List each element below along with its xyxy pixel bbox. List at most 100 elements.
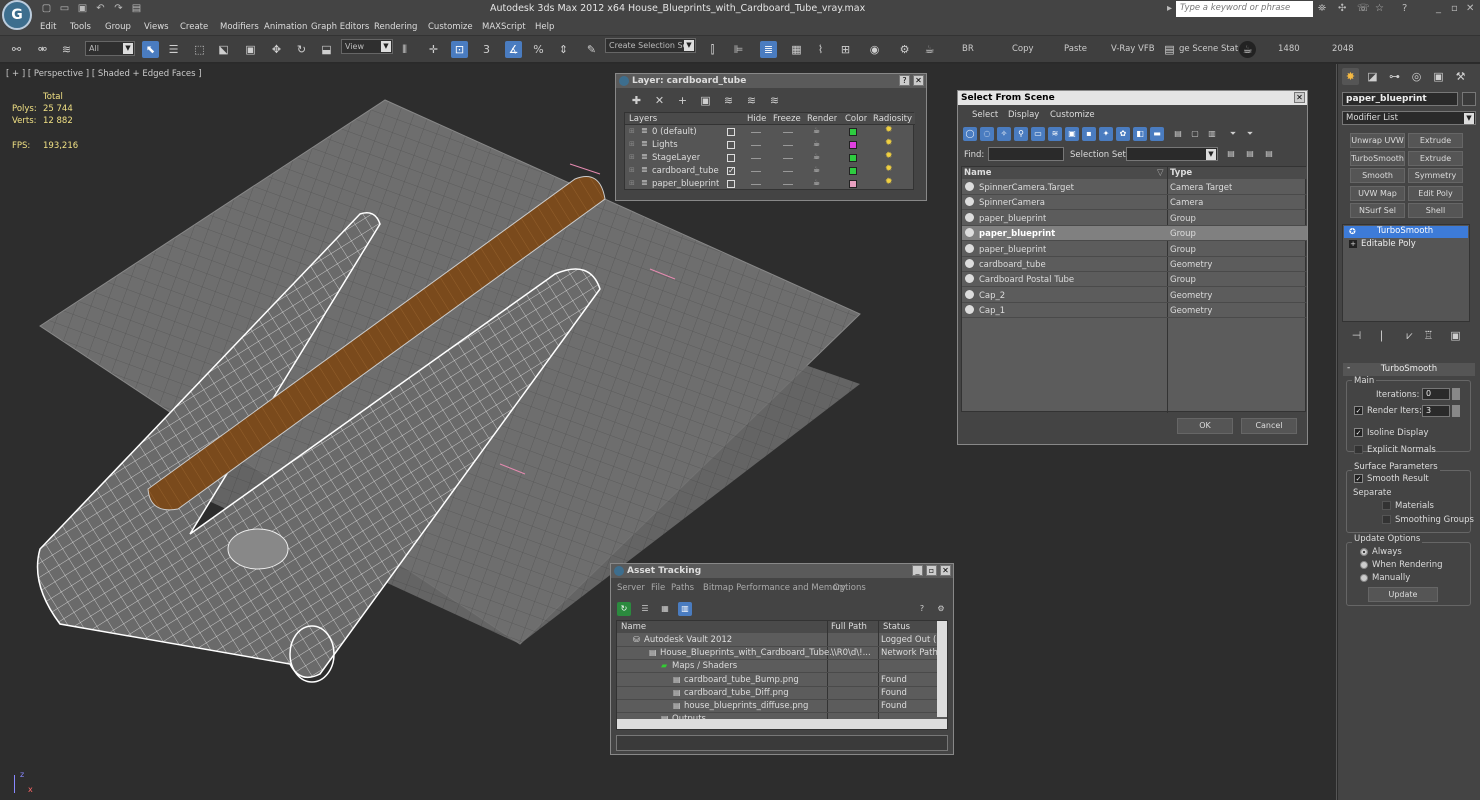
iterations-spinner[interactable]: 0: [1422, 388, 1450, 400]
menu-customize[interactable]: Customize: [1050, 110, 1095, 120]
asset-row[interactable]: ▰ Maps / Shaders: [617, 660, 939, 674]
menu-display[interactable]: Display: [1008, 110, 1039, 120]
display-tab-icon[interactable]: ▣: [1430, 68, 1447, 85]
new-icon[interactable]: ▢: [40, 2, 53, 15]
remove-modifier-icon[interactable]: ♖: [1420, 327, 1437, 344]
help-icon[interactable]: ?: [899, 75, 910, 86]
settings-icon[interactable]: ⚙: [934, 602, 948, 616]
menu-help[interactable]: Help: [535, 22, 554, 32]
add-selection-set-icon[interactable]: ▤: [1224, 147, 1238, 161]
help-icon[interactable]: ?: [915, 602, 929, 616]
freeze-all-icon[interactable]: ≋: [766, 92, 783, 109]
layer-name[interactable]: 0 (default): [652, 127, 697, 137]
col-full-path[interactable]: Full Path: [831, 622, 867, 632]
render-2048-button[interactable]: 2048: [1332, 44, 1354, 54]
filter-shapes-icon[interactable]: ◌: [980, 127, 994, 141]
menu-animation[interactable]: Animation: [264, 22, 307, 32]
filter-lights-icon[interactable]: ✧: [997, 127, 1011, 141]
menu-edit[interactable]: Edit: [40, 22, 56, 32]
layer-expand-icon[interactable]: ⊞: [629, 127, 635, 135]
freeze-toggle[interactable]: [783, 145, 793, 146]
modifier-list-dropdown[interactable]: Modifier List ▼: [1342, 111, 1476, 125]
filter-options-icon[interactable]: ⏷: [1243, 127, 1257, 141]
pivot-icon[interactable]: ⫴: [396, 41, 413, 58]
scene-object-row[interactable]: Cap_2 Geometry: [962, 288, 1307, 303]
project-icon[interactable]: ▤: [130, 2, 143, 15]
col-asset-name[interactable]: Name: [621, 622, 646, 632]
select-move-icon[interactable]: ▣: [242, 41, 259, 58]
render-teapot-icon[interactable]: ☕: [813, 152, 820, 161]
graphite-ribbon-icon[interactable]: ▦: [788, 41, 805, 58]
teapot-icon[interactable]: ☕: [1239, 41, 1256, 58]
asset-row[interactable]: ▤ house_blueprints_diffuse.png Found: [617, 700, 939, 713]
keyboard-shortcut-icon[interactable]: ⊡: [451, 41, 468, 58]
add-to-layer-icon[interactable]: +: [674, 92, 691, 109]
radiosity-icon[interactable]: ✹: [885, 177, 893, 187]
create-tab-icon[interactable]: ✸: [1342, 68, 1359, 85]
schematic-view-icon[interactable]: ⊞: [837, 41, 854, 58]
filter-cameras-icon[interactable]: ⚲: [1014, 127, 1028, 141]
render-1480-button[interactable]: 1480: [1278, 44, 1300, 54]
close-icon[interactable]: ✕: [1466, 3, 1474, 14]
layer-row[interactable]: ⊞ ≣ Lights ☕ ✹: [625, 138, 915, 152]
select-by-name-icon[interactable]: ☰: [165, 41, 182, 58]
menu-options[interactable]: Options: [833, 583, 866, 593]
close-icon[interactable]: ✕: [940, 565, 951, 576]
bind-spacewarp-icon[interactable]: ≋: [58, 41, 75, 58]
help-icon[interactable]: ?: [1402, 3, 1407, 14]
scene-states-button[interactable]: ge Scene Stat: [1179, 44, 1238, 54]
window-crossing-icon[interactable]: ⬕: [215, 41, 232, 58]
communication-icon[interactable]: ☏: [1357, 3, 1370, 14]
rotate-icon[interactable]: ↻: [293, 41, 310, 58]
layer-expand-icon[interactable]: ⊞: [629, 179, 635, 187]
filter-bones-icon[interactable]: ✦: [1099, 127, 1113, 141]
filter-helpers-icon[interactable]: ▭: [1031, 127, 1045, 141]
redo-icon[interactable]: ↷: [112, 2, 125, 15]
filter-spacewarps-icon[interactable]: ≋: [1048, 127, 1062, 141]
current-layer-box[interactable]: ✓: [727, 167, 735, 175]
menu-customize[interactable]: Customize: [428, 22, 473, 32]
menu-maxscript[interactable]: MAXScript: [482, 22, 526, 32]
symmetry-button[interactable]: Symmetry: [1408, 168, 1463, 183]
smooth-result-checkbox[interactable]: ✓: [1354, 474, 1363, 483]
highlight-layer-icon[interactable]: ≋: [720, 92, 737, 109]
minimize-icon[interactable]: _: [912, 565, 923, 576]
turbosmooth-rollout-header[interactable]: TurboSmooth: [1343, 363, 1475, 376]
filter-geometry-icon[interactable]: ◯: [963, 127, 977, 141]
smoothing-groups-checkbox[interactable]: [1382, 515, 1391, 524]
freeze-toggle[interactable]: [783, 184, 793, 185]
radiosity-icon[interactable]: ✹: [885, 151, 893, 161]
scene-object-row[interactable]: paper_blueprint Group: [962, 242, 1307, 257]
viewport-label[interactable]: [ + ] [ Perspective ] [ Shaded + Edged F…: [6, 69, 202, 79]
mirror-icon[interactable]: ⫿: [704, 41, 721, 58]
configure-sets-icon[interactable]: ▣: [1447, 327, 1464, 344]
filter-funnel-icon[interactable]: ⏷: [1226, 127, 1240, 141]
layer-row[interactable]: ⊞ ≣ paper_blueprint ☕ ✹: [625, 177, 915, 191]
ok-button[interactable]: OK: [1177, 418, 1233, 434]
freeze-toggle[interactable]: [783, 171, 793, 172]
binoculars-icon[interactable]: ⛯: [1318, 3, 1326, 14]
filter-frozen-icon[interactable]: ◧: [1133, 127, 1147, 141]
menu-file[interactable]: File: [651, 583, 665, 593]
asset-row[interactable]: ⛁ Autodesk Vault 2012 Logged Out (...: [617, 634, 944, 647]
layer-expand-icon[interactable]: ⊞: [629, 153, 635, 161]
hide-toggle[interactable]: [751, 171, 761, 172]
render-teapot-icon[interactable]: ☕: [813, 165, 820, 174]
list-view-icon[interactable]: ☰: [638, 602, 652, 616]
nsurf-sel-button[interactable]: NSurf Sel: [1350, 203, 1405, 218]
layer-row[interactable]: ⊞ ≣ cardboard_tube ✓ ☕ ✹: [625, 164, 915, 178]
menu-server[interactable]: Server: [617, 583, 645, 593]
filter-xrefs-icon[interactable]: ▪: [1082, 127, 1096, 141]
menu-tools[interactable]: Tools: [70, 22, 91, 32]
menu-create[interactable]: Create: [180, 22, 208, 32]
hide-toggle[interactable]: [751, 132, 761, 133]
scene-object-row[interactable]: paper_blueprint Group: [962, 211, 1307, 226]
minimize-icon[interactable]: _: [1436, 3, 1441, 14]
layer-color-swatch[interactable]: [849, 167, 857, 175]
render-setup-icon[interactable]: ⚙: [896, 41, 913, 58]
explicit-normals-checkbox[interactable]: [1354, 445, 1363, 454]
stack-item-editable-poly[interactable]: Editable Poly: [1344, 239, 1468, 251]
align-icon[interactable]: ⊫: [730, 41, 747, 58]
layer-color-swatch[interactable]: [849, 154, 857, 162]
current-layer-box[interactable]: [727, 128, 735, 136]
